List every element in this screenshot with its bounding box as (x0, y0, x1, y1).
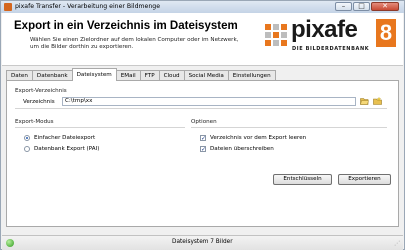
minimize-button[interactable]: – (335, 2, 352, 11)
logo-word: pixafe (291, 16, 358, 43)
directory-label: Verzeichnis (23, 99, 55, 105)
logo-dots (265, 24, 287, 46)
logo-tagline: DIE BILDERDATENBANK (292, 46, 370, 52)
export-mode-group-label: Export-Modus (15, 119, 54, 125)
page-title: Export in ein Verzeichnis im Dateisystem (14, 20, 238, 32)
clear-directory-label[interactable]: Verzeichnis vor dem Export leeren (210, 135, 306, 141)
decrypt-button[interactable]: Entschlüsseln (273, 174, 332, 185)
export-mode-divider (15, 127, 185, 128)
logo-number: 8 (376, 19, 396, 47)
app-window: pixafe Transfer - Verarbeitung einer Bil… (0, 0, 405, 250)
close-button[interactable]: ✕ (371, 2, 399, 11)
options-group-label: Optionen (191, 119, 217, 125)
app-icon (4, 3, 12, 11)
window-title: pixafe Transfer - Verarbeitung einer Bil… (15, 3, 161, 10)
status-bar: Dateisystem 7 Bilder ⋰ (2, 235, 403, 250)
radio-database-export[interactable] (24, 146, 30, 152)
tab-panel-dateisystem: Export-Verzeichnis Verzeichnis C:\tmp\xx… (6, 80, 399, 227)
resize-grip-icon[interactable]: ⋰ (394, 240, 400, 247)
overwrite-files-label[interactable]: Dateien überschreiben (210, 146, 274, 152)
tab-dateisystem[interactable]: Dateisystem (71, 68, 117, 81)
new-folder-icon[interactable] (373, 97, 382, 105)
radio-simple-file-export-label[interactable]: Einfacher Dateiexport (34, 135, 95, 141)
radio-database-export-label[interactable]: Datenbank Export (PAI) (34, 146, 99, 152)
open-folder-icon[interactable] (360, 97, 369, 105)
clear-directory-checkbox[interactable]: ✓ (200, 135, 206, 142)
export-button[interactable]: Exportieren (338, 174, 391, 185)
page-description: Wählen Sie einen Zielordner auf dem loka… (30, 37, 239, 50)
directory-input[interactable]: C:\tmp\xx (62, 97, 356, 106)
options-divider (191, 127, 387, 128)
title-bar[interactable]: pixafe Transfer - Verarbeitung einer Bil… (1, 1, 404, 13)
pixafe-logo: pixafe 8 DIE BILDERDATENBANK (265, 16, 399, 64)
overwrite-files-checkbox[interactable]: ✓ (200, 146, 206, 153)
export-dir-divider (15, 108, 387, 109)
header-banner: Export in ein Verzeichnis im Dateisystem… (2, 13, 403, 66)
status-ok-icon (6, 239, 14, 247)
status-text: Dateisystem 7 Bilder (172, 239, 233, 245)
radio-simple-file-export[interactable] (24, 135, 30, 141)
maximize-button[interactable]: □ (353, 2, 370, 11)
export-dir-group-label: Export-Verzeichnis (15, 88, 67, 94)
